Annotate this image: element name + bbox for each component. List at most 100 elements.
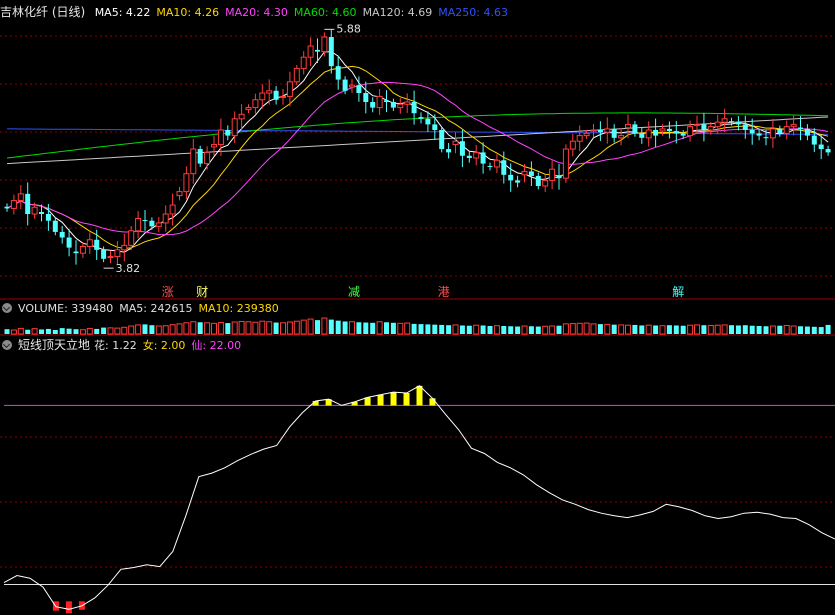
volume-header: VOLUME: 339480 MA5: 242615 MA10: 239380 bbox=[2, 301, 285, 317]
candle-body bbox=[735, 122, 741, 125]
candle-body bbox=[45, 214, 51, 221]
candle-body bbox=[142, 220, 148, 222]
volume-bar bbox=[811, 326, 817, 334]
ma-label: MA250: 4.63 bbox=[438, 6, 508, 19]
volume-bar bbox=[597, 324, 603, 334]
volume-bar bbox=[694, 324, 700, 335]
candle-body bbox=[94, 239, 100, 250]
volume-bar bbox=[535, 326, 541, 334]
volume-bar bbox=[390, 322, 396, 334]
volume-bar bbox=[286, 321, 293, 335]
candle-body bbox=[707, 126, 714, 131]
candle-body bbox=[694, 123, 700, 126]
candle-body bbox=[632, 124, 638, 134]
volume-bar bbox=[749, 325, 755, 334]
volume-bar bbox=[169, 324, 176, 335]
candle-body bbox=[466, 155, 472, 158]
candle-body bbox=[818, 144, 824, 150]
candle-body bbox=[515, 180, 521, 183]
volume-bar bbox=[493, 325, 500, 335]
volume-bar bbox=[508, 326, 514, 334]
volume-bar bbox=[293, 320, 300, 335]
volume-bar bbox=[59, 328, 65, 334]
candle-body bbox=[259, 92, 266, 101]
volume-bar bbox=[459, 325, 465, 334]
candle-body bbox=[432, 124, 438, 130]
volume-bar bbox=[673, 325, 679, 334]
candle-body bbox=[128, 230, 135, 246]
candle-body bbox=[639, 133, 645, 138]
volume-bar bbox=[549, 325, 556, 335]
event-marker: 解 bbox=[672, 285, 684, 299]
volume-bar bbox=[439, 324, 445, 334]
candle-body bbox=[135, 217, 142, 232]
volume-bar bbox=[432, 324, 438, 334]
candle-body bbox=[729, 121, 734, 123]
candle-body bbox=[114, 249, 121, 258]
volume-bar bbox=[349, 321, 355, 335]
candle-body bbox=[107, 256, 114, 259]
ma-legend: MA5: 4.22 MA10: 4.26 MA20: 4.30 MA60: 4.60 M… bbox=[95, 6, 514, 19]
candle-body bbox=[521, 170, 528, 176]
volume-bar bbox=[783, 324, 790, 335]
candle-body bbox=[31, 206, 38, 215]
volume-bar bbox=[411, 323, 417, 334]
candle-body bbox=[501, 160, 507, 175]
volume-bar bbox=[10, 329, 17, 335]
candle-body bbox=[701, 124, 707, 130]
candle-body bbox=[169, 204, 176, 215]
volume-bar bbox=[480, 325, 486, 334]
candle-body bbox=[384, 100, 389, 102]
stock-title: 吉林化纤 (日线) bbox=[0, 5, 86, 19]
candle-body bbox=[542, 179, 549, 187]
candle-body bbox=[356, 85, 362, 94]
candle-body bbox=[418, 117, 424, 119]
volume-bar bbox=[680, 325, 686, 334]
ma-label: MA120: 4.69 bbox=[362, 6, 433, 19]
volume-bar bbox=[66, 328, 72, 334]
candle-body bbox=[535, 175, 541, 186]
volume-bar bbox=[542, 325, 549, 335]
volume-bar bbox=[363, 322, 369, 334]
volume-bar bbox=[4, 329, 10, 334]
top-signal-bar bbox=[429, 398, 436, 406]
volume-bar bbox=[204, 322, 211, 335]
event-marker: 港 bbox=[438, 285, 450, 299]
candle-body bbox=[121, 244, 128, 251]
top-signal-bar bbox=[377, 394, 384, 406]
volume-bar bbox=[45, 328, 51, 334]
candle-body bbox=[211, 144, 217, 148]
volume-bar bbox=[225, 323, 231, 334]
ma-label: MA10: 4.26 bbox=[156, 6, 220, 19]
candle-body bbox=[4, 206, 10, 209]
indicator-hua: 花: 1.22 bbox=[94, 339, 137, 352]
volume-bar bbox=[370, 322, 376, 334]
candle-body bbox=[225, 130, 231, 136]
volume-bar bbox=[425, 324, 431, 334]
indicator-nv: 女: 2.00 bbox=[142, 339, 186, 352]
volume-bar bbox=[155, 325, 162, 335]
ma60-line bbox=[6, 112, 829, 159]
volume-bar bbox=[632, 324, 638, 334]
candle-body bbox=[363, 93, 369, 102]
chevron-down-icon[interactable] bbox=[2, 340, 12, 350]
volume-bar bbox=[128, 325, 135, 335]
volume-bar bbox=[466, 325, 472, 334]
candle-body bbox=[804, 128, 810, 136]
indicator-xian: 仙: 22.00 bbox=[191, 339, 242, 352]
volume-bar bbox=[714, 324, 721, 335]
volume-bar bbox=[356, 322, 362, 334]
event-marker: 财 bbox=[196, 285, 208, 299]
volume-bar bbox=[266, 321, 273, 335]
indicator-name: 短线顶天立地 bbox=[18, 338, 91, 352]
chevron-down-icon[interactable] bbox=[2, 303, 12, 313]
candle-body bbox=[204, 151, 211, 165]
volume-bar bbox=[238, 320, 245, 335]
volume-label: VOLUME: 339480 bbox=[18, 302, 114, 315]
volume-ma5: MA5: 242615 bbox=[119, 302, 193, 315]
volume-bar bbox=[273, 322, 279, 334]
volume-bar bbox=[211, 322, 217, 335]
volume-bar bbox=[149, 325, 155, 334]
candle-body bbox=[769, 128, 776, 139]
candle-body bbox=[280, 95, 286, 98]
